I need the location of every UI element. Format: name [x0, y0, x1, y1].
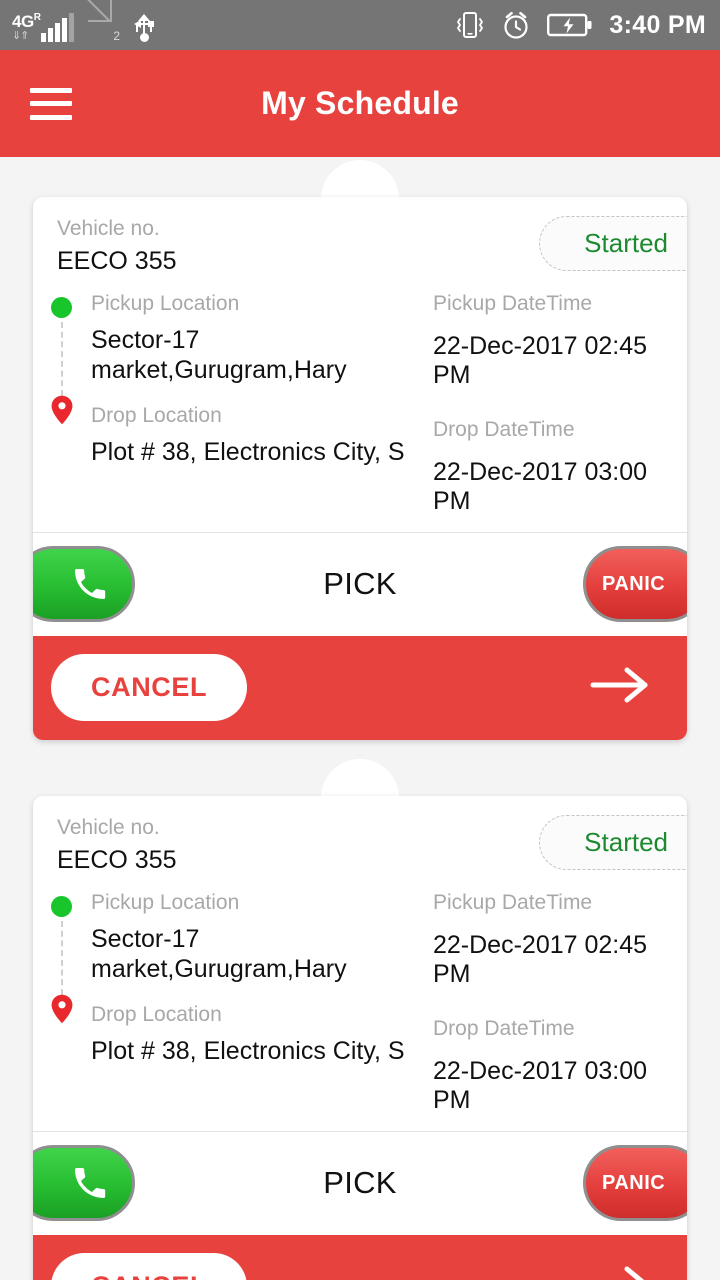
- app-bar: My Schedule: [0, 50, 720, 157]
- usb-icon: [134, 14, 155, 42]
- trip-action-strip: PICK PANIC: [33, 1130, 687, 1235]
- network-type-text: 4G: [12, 12, 34, 31]
- roaming-indicator: R: [33, 12, 41, 23]
- status-bar-left: 4G R ⇓⇑ 2: [12, 0, 155, 43]
- pickup-datetime-label: Pickup DateTime: [433, 890, 593, 914]
- phone-call-icon: [75, 569, 106, 600]
- trip-card-wrapper: Started Vehicle no. EECO 355 Pickup Loca…: [33, 160, 687, 740]
- drop-location-block: Drop Location Plot # 38, Electronics Cit…: [91, 1003, 431, 1067]
- drop-datetime-value: 22-Dec-2017 03:00 PM: [433, 457, 648, 515]
- pickup-location-label: Pickup Location: [91, 890, 240, 914]
- network-type-label: 4G R: [12, 12, 41, 31]
- arrow-right-icon[interactable]: [589, 1263, 653, 1280]
- signal-bars-icon: [41, 13, 75, 42]
- page-title: My Schedule: [261, 85, 459, 121]
- phone-call-icon: [75, 1168, 106, 1199]
- network-type-group: 4G R ⇓⇑: [12, 12, 41, 42]
- pickup-datetime-value: 22-Dec-2017 02:45 PM: [433, 331, 648, 389]
- status-badge[interactable]: Started: [539, 216, 687, 271]
- alarm-clock-icon: [504, 11, 529, 39]
- drop-datetime-value: 22-Dec-2017 03:00 PM: [433, 1056, 648, 1114]
- trip-card-footer: CANCEL: [33, 635, 687, 740]
- schedule-list[interactable]: Started Vehicle no. EECO 355 Pickup Loca…: [0, 157, 720, 1280]
- pickup-datetime-block: Pickup DateTime 22-Dec-2017 02:45 PM: [433, 292, 665, 390]
- status-badge[interactable]: Started: [539, 814, 687, 870]
- route-dashed-line: [61, 321, 63, 396]
- drop-location-label: Drop Location: [91, 403, 222, 427]
- panic-button-label: PANIC: [602, 1171, 666, 1194]
- status-bar-right: 3:40 PM: [455, 9, 706, 41]
- hamburger-menu-icon[interactable]: [30, 87, 72, 120]
- call-button[interactable]: [33, 546, 135, 623]
- location-column: Pickup Location Sector-17 market,Gurugra…: [33, 891, 431, 1115]
- trip-card[interactable]: Started Vehicle no. EECO 355 Pickup Loca…: [33, 795, 687, 1280]
- trip-card-footer: CANCEL: [33, 1234, 687, 1280]
- datetime-column: Pickup DateTime 22-Dec-2017 02:45 PM Dro…: [431, 292, 665, 516]
- panic-button[interactable]: PANIC: [583, 546, 687, 623]
- pickup-dot-icon: [51, 895, 72, 917]
- pickup-location-block: Pickup Location Sector-17 market,Gurugra…: [91, 292, 431, 386]
- drop-location-value: Plot # 38, Electronics City, S: [91, 437, 405, 466]
- route-dashed-line: [61, 920, 63, 995]
- drop-location-value: Plot # 38, Electronics City, S: [91, 1036, 405, 1065]
- pickup-location-label: Pickup Location: [91, 291, 240, 315]
- location-column: Pickup Location Sector-17 market,Gurugra…: [33, 292, 431, 516]
- trip-action-label: PICK: [323, 1165, 397, 1201]
- trip-card-body: Started Vehicle no. EECO 355 Pickup Loca…: [33, 796, 687, 1131]
- pickup-location-block: Pickup Location Sector-17 market,Gurugra…: [91, 891, 431, 985]
- pickup-datetime-value: 22-Dec-2017 02:45 PM: [433, 930, 648, 988]
- pickup-dot-icon: [51, 296, 72, 318]
- pickup-datetime-block: Pickup DateTime 22-Dec-2017 02:45 PM: [433, 891, 665, 989]
- drop-datetime-block: Drop DateTime 22-Dec-2017 03:00 PM: [433, 1017, 665, 1115]
- trip-details: Pickup Location Sector-17 market,Gurugra…: [33, 891, 687, 1115]
- pickup-location-value: Sector-17 market,Gurugram,Hary: [91, 325, 347, 385]
- battery-charging-icon: [547, 13, 592, 37]
- cancel-button[interactable]: CANCEL: [51, 1253, 248, 1280]
- status-bar: 4G R ⇓⇑ 2 3:40 PM: [0, 0, 720, 50]
- vibrate-icon: [457, 12, 484, 38]
- pickup-datetime-label: Pickup DateTime: [433, 291, 593, 315]
- panic-button[interactable]: PANIC: [583, 1145, 687, 1222]
- trip-card-body: Started Vehicle no. EECO 355 Pickup Loca…: [33, 197, 687, 532]
- drop-pin-icon: [50, 994, 74, 1024]
- signal-triangle-icon: [88, 0, 113, 42]
- drop-pin-icon: [50, 395, 74, 425]
- drop-datetime-block: Drop DateTime 22-Dec-2017 03:00 PM: [433, 418, 665, 516]
- sim2-signal-indicator: 2: [88, 0, 121, 43]
- drop-location-label: Drop Location: [91, 1002, 222, 1026]
- data-transfer-arrows-icon: ⇓⇑: [12, 30, 29, 42]
- pickup-location-value: Sector-17 market,Gurugram,Hary: [91, 924, 347, 984]
- cancel-button[interactable]: CANCEL: [51, 654, 248, 722]
- sim2-label: 2: [113, 29, 121, 43]
- call-button[interactable]: [33, 1145, 135, 1222]
- trip-action-strip: PICK PANIC: [33, 531, 687, 636]
- status-bar-clock: 3:40 PM: [609, 10, 706, 39]
- drop-location-block: Drop Location Plot # 38, Electronics Cit…: [91, 404, 431, 468]
- arrow-right-icon[interactable]: [589, 664, 653, 711]
- mobile-network-indicator: 4G R ⇓⇑: [12, 8, 75, 42]
- trip-action-label: PICK: [323, 566, 397, 602]
- trip-details: Pickup Location Sector-17 market,Gurugra…: [33, 292, 687, 516]
- datetime-column: Pickup DateTime 22-Dec-2017 02:45 PM Dro…: [431, 891, 665, 1115]
- trip-card-wrapper: Started Vehicle no. EECO 355 Pickup Loca…: [33, 758, 687, 1280]
- panic-button-label: PANIC: [602, 572, 666, 595]
- trip-card[interactable]: Started Vehicle no. EECO 355 Pickup Loca…: [33, 197, 687, 740]
- drop-datetime-label: Drop DateTime: [433, 1016, 575, 1040]
- drop-datetime-label: Drop DateTime: [433, 417, 575, 441]
